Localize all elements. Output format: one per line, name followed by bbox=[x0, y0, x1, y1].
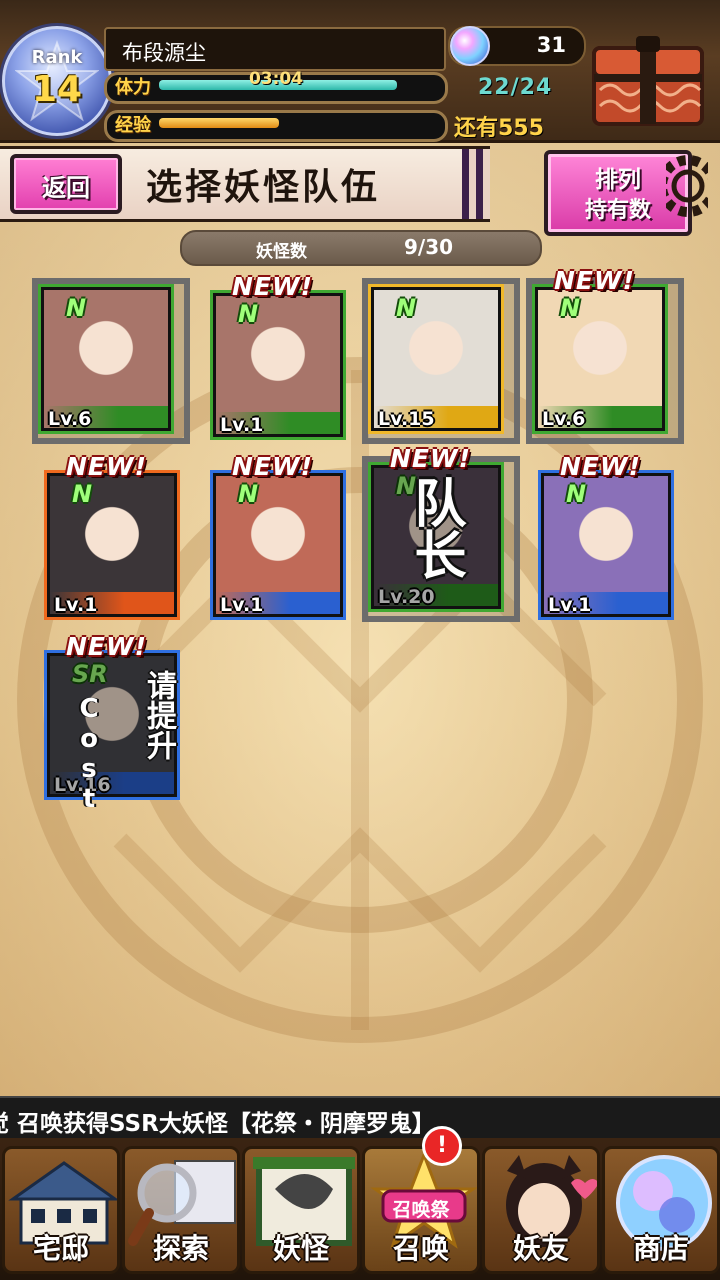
monster-count-label: 妖怪数 bbox=[256, 242, 307, 262]
stamina-bar: 体力 03:04 bbox=[104, 69, 448, 104]
stamina-timer: 03:04 bbox=[248, 69, 304, 89]
new-badge: NEW! bbox=[66, 452, 147, 481]
player-name: 布段源尘 bbox=[122, 41, 206, 65]
rarity-label: N bbox=[396, 294, 417, 322]
nav-shop-button[interactable]: 商店 bbox=[602, 1146, 720, 1274]
new-badge: NEW! bbox=[232, 272, 313, 301]
monster-count-value: 9/30 bbox=[404, 235, 454, 259]
nav-summon-label: 召唤 bbox=[392, 1232, 449, 1265]
monster-card[interactable]: N Lv.6 bbox=[32, 278, 190, 444]
nav-monsters-label: 妖怪 bbox=[272, 1232, 329, 1265]
level-label: Lv.1 bbox=[220, 594, 264, 616]
level-label: Lv.15 bbox=[378, 408, 435, 430]
level-label: Lv.1 bbox=[54, 594, 98, 616]
nav-mansion-label: 宅邸 bbox=[32, 1232, 89, 1265]
crystal-orb-icon bbox=[450, 26, 490, 66]
nav-monsters-button[interactable]: 妖怪 bbox=[242, 1146, 360, 1274]
cost-warning: 请提升 bbox=[141, 670, 176, 760]
nav-shop-label: 商店 bbox=[632, 1232, 689, 1265]
monster-card[interactable]: N Lv.1 NEW! bbox=[44, 452, 180, 620]
treasure-chest-icon[interactable] bbox=[586, 30, 710, 130]
new-badge: NEW! bbox=[66, 632, 147, 661]
monster-card[interactable]: N Lv.1 NEW! bbox=[538, 452, 674, 620]
nav-friends-label: 妖友 bbox=[512, 1232, 569, 1265]
player-name-box: 布段源尘 bbox=[104, 27, 446, 71]
rarity-label: N bbox=[66, 294, 87, 322]
monster-card[interactable]: N Lv.1 NEW! bbox=[210, 272, 346, 440]
ticker-text: 觉 召唤获得SSR大妖怪【花祭・阴摩罗鬼】 bbox=[0, 1111, 435, 1137]
gear-icon bbox=[666, 155, 708, 217]
rank-label: Rank bbox=[31, 47, 83, 68]
back-button[interactable]: 返回 bbox=[10, 154, 122, 214]
summon-alert-badge: ! bbox=[422, 1126, 462, 1166]
nav-explore-button[interactable]: 探索 bbox=[122, 1146, 240, 1274]
bottom-nav: 宅邸 探索 妖怪 召唤祭 召唤 妖友 商店 bbox=[0, 1138, 720, 1280]
cost-word: Cost bbox=[74, 694, 104, 814]
monster-card[interactable]: N Lv.1 NEW! bbox=[210, 452, 346, 620]
leader-label: 队长 bbox=[405, 476, 465, 580]
rank-value: 14 bbox=[31, 69, 83, 110]
back-button-label: 返回 bbox=[42, 174, 90, 202]
level-label: Lv.1 bbox=[220, 414, 264, 436]
monster-card[interactable]: N Lv.6 NEW! bbox=[526, 266, 684, 444]
page-title: 选择妖怪队伍 bbox=[146, 167, 381, 208]
crystal-counter[interactable]: 31 bbox=[448, 26, 586, 66]
rarity-label: N bbox=[566, 480, 587, 508]
alert-mark: ! bbox=[436, 1133, 448, 1158]
rarity-label: N bbox=[560, 294, 581, 322]
monster-card[interactable]: N Lv.20 队长 NEW! bbox=[362, 444, 520, 622]
crystal-value: 31 bbox=[536, 33, 566, 57]
news-ticker: 觉 召唤获得SSR大妖怪【花祭・阴摩罗鬼】 bbox=[0, 1096, 720, 1140]
exp-fill bbox=[159, 118, 279, 128]
nav-summon-button[interactable]: 召唤祭 召唤 bbox=[362, 1146, 480, 1274]
monster-card[interactable]: N Lv.15 bbox=[362, 278, 520, 444]
new-badge: NEW! bbox=[554, 266, 635, 295]
new-badge: NEW! bbox=[390, 444, 471, 473]
level-label: Lv.1 bbox=[548, 594, 592, 616]
exp-remaining: 还有555 bbox=[454, 116, 544, 141]
nav-mansion-button[interactable]: 宅邸 bbox=[2, 1146, 120, 1274]
summon-festival-badge: 召唤祭 bbox=[392, 1199, 450, 1221]
monster-card[interactable]: SR Lv.16 请提升 Cost NEW! bbox=[44, 632, 180, 814]
level-label: Lv.6 bbox=[48, 408, 92, 430]
exp-bar: 经验 bbox=[104, 110, 448, 142]
exp-label: 经验 bbox=[115, 115, 151, 136]
level-label: Lv.6 bbox=[542, 408, 586, 430]
rank-badge[interactable]: Rank 14 bbox=[2, 26, 112, 136]
rarity-label: N bbox=[238, 300, 259, 328]
rarity-label: N bbox=[238, 480, 259, 508]
new-badge: NEW! bbox=[560, 452, 641, 481]
nav-friends-button[interactable]: 妖友 bbox=[482, 1146, 600, 1274]
monster-count-pill: 妖怪数 9/30 bbox=[180, 230, 542, 266]
rarity-label: N bbox=[72, 480, 93, 508]
nav-explore-label: 探索 bbox=[152, 1232, 209, 1265]
stamina-value: 22/24 bbox=[478, 75, 553, 100]
new-badge: NEW! bbox=[232, 452, 313, 481]
